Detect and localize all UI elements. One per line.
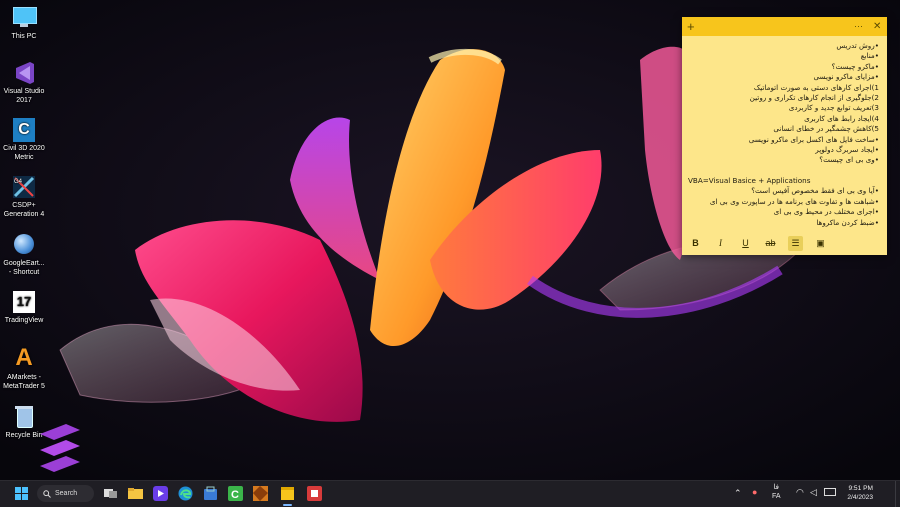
tradingview-icon: 17: [11, 289, 37, 315]
note-line: •ماکرو چیست؟: [831, 61, 879, 71]
sticky-note-window[interactable]: + ··· ✕ •روش تدریس •منابع •ماکرو چیست؟ •…: [682, 17, 887, 255]
channel-logo-watermark: [40, 424, 80, 472]
desktop-icon-visual-studio[interactable]: Visual Studio 2017: [0, 60, 48, 105]
recycle-bin-icon: [11, 404, 37, 430]
language-script-label: فا: [773, 484, 780, 491]
close-note-button[interactable]: ✕: [873, 18, 881, 35]
visual-studio-icon: [11, 60, 37, 86]
start-button[interactable]: [13, 485, 30, 502]
taskbar-camtasia[interactable]: C: [227, 485, 244, 502]
desktop-icon-label: This PC: [11, 33, 37, 40]
desktop-icon-csdp[interactable]: G4 CSDP+ Generation 4: [0, 174, 48, 219]
note-line: VBA=Visual Basice + Applications: [688, 176, 811, 186]
sticky-note-header[interactable]: + ··· ✕: [682, 17, 887, 36]
language-code-label: FA: [772, 493, 781, 500]
taskbar-search-box[interactable]: Search: [37, 485, 94, 502]
desktop-icon-label: AMarkets - MetaTrader 5: [3, 374, 45, 390]
desktop-icon-civil3d[interactable]: C Civil 3D 2020 Metric: [0, 117, 48, 162]
underline-button[interactable]: U: [738, 236, 753, 251]
task-view-icon: [104, 489, 117, 498]
media-player-icon: [153, 486, 168, 501]
desktop-icon-label: Civil 3D 2020 Metric: [3, 145, 45, 161]
csdp-icon: G4: [11, 174, 37, 200]
taskbar-sticky-notes[interactable]: [279, 485, 296, 506]
globe-icon: [11, 232, 37, 258]
store-icon: [204, 486, 217, 500]
edge-browser-icon: [178, 486, 193, 501]
taskbar-media-app[interactable]: [152, 485, 169, 502]
taskbar-store[interactable]: [202, 485, 219, 502]
note-line: •ساخت فایل های اکسل برای ماکرو نویسی: [748, 134, 879, 144]
strikethrough-button[interactable]: ab: [763, 236, 778, 251]
monitor-icon: [11, 5, 37, 31]
desktop-icon-google-earth[interactable]: GoogleEart... - Shortcut: [0, 232, 48, 277]
svg-text:C: C: [231, 489, 239, 501]
note-line: 1)اجرای کارهای دستی به صورت اتوماتیک: [753, 82, 879, 92]
sticky-notes-icon: [281, 487, 294, 500]
desktop-icon-tradingview[interactable]: 17 TradingView: [0, 289, 48, 326]
clock-time: 9:51 PM: [848, 485, 873, 492]
note-line: •اجرای مختلف در محیط وی بی ای: [773, 207, 879, 217]
recorder-icon: [307, 486, 322, 501]
volume-icon[interactable]: ◁: [810, 487, 817, 498]
note-line: •مزایای ماکرو نویسی: [813, 72, 879, 82]
desktop-icon-label: GoogleEart... - Shortcut: [3, 260, 45, 276]
clock-date: 2/4/2023: [847, 494, 873, 501]
italic-button[interactable]: I: [713, 236, 728, 251]
more-options-button[interactable]: ···: [854, 18, 863, 35]
svg-text:G4: G4: [14, 179, 23, 185]
note-line: 2)جلوگیری از انجام کارهای تکراری و روتین: [749, 92, 879, 102]
desktop-icon-label: TradingView: [4, 317, 44, 324]
taskbar-edge[interactable]: [177, 485, 194, 502]
note-line: •شباهت ها و تفاوت های برنامه ها در ساپور…: [709, 196, 879, 206]
desktop-icon-label: Visual Studio 2017: [3, 88, 45, 104]
chevron-up-icon[interactable]: ⌃: [734, 488, 742, 499]
note-line: •روش تدریس: [836, 41, 879, 50]
note-line: •آیا وی بی ای فقط مخصوص آفیس است؟: [751, 186, 879, 196]
amarkets-icon: A: [15, 344, 33, 371]
taskbar-app-pattern[interactable]: [252, 485, 269, 502]
note-line: •وی بی ای چیست؟: [819, 155, 879, 165]
desktop-icon-amarkets[interactable]: A AMarkets - MetaTrader 5: [0, 346, 48, 391]
search-icon: [43, 489, 51, 498]
insert-image-button[interactable]: ▣: [813, 236, 828, 251]
taskbar-file-explorer[interactable]: [127, 485, 144, 502]
bold-button[interactable]: B: [688, 236, 703, 251]
sticky-note-text-area[interactable]: •روش تدریس •منابع •ماکرو چیست؟ •مزایای م…: [688, 41, 879, 228]
taskbar-camtasia-recorder[interactable]: [306, 485, 323, 502]
note-line: 4)ایجاد رابط های کاربری: [804, 113, 879, 123]
taskbar: Search C ⌃ ● فا FA ◠ ◁ 9:51 PM 2/4/2023: [0, 480, 900, 507]
desktop-icon-label: CSDP+ Generation 4: [3, 202, 45, 218]
camtasia-icon: C: [228, 486, 243, 501]
wifi-icon[interactable]: ◠: [796, 487, 804, 498]
search-label: Search: [55, 490, 78, 497]
desktop-icon-this-pc[interactable]: This PC: [0, 5, 48, 42]
civil3d-icon: C: [11, 117, 37, 143]
folder-icon: [128, 488, 143, 499]
input-language-indicator[interactable]: فا FA: [772, 483, 781, 501]
taskbar-clock[interactable]: 9:51 PM 2/4/2023: [847, 484, 873, 502]
note-line: 3)تعریف توابع جدید و کاربردی: [788, 103, 879, 113]
sticky-note-format-toolbar: B I U ab ☰ ▣: [682, 231, 887, 255]
task-view-button[interactable]: [102, 485, 119, 502]
pattern-app-icon: [253, 486, 268, 501]
note-line: •منابع: [860, 51, 879, 61]
note-line: •ضبط کردن ماکروها: [816, 217, 879, 227]
windows-logo-icon: [15, 487, 28, 500]
bullet-list-button[interactable]: ☰: [788, 235, 803, 251]
note-line: •ایجاد سربرگ دولوپر: [815, 144, 879, 154]
note-line: [688, 166, 879, 176]
add-note-button[interactable]: +: [687, 18, 695, 35]
microphone-icon[interactable]: ●: [752, 487, 757, 497]
note-line: 5)کاهش چشمگیر در خطای انسانی: [773, 124, 879, 134]
show-desktop-button[interactable]: [895, 481, 900, 507]
battery-icon[interactable]: [824, 488, 836, 498]
